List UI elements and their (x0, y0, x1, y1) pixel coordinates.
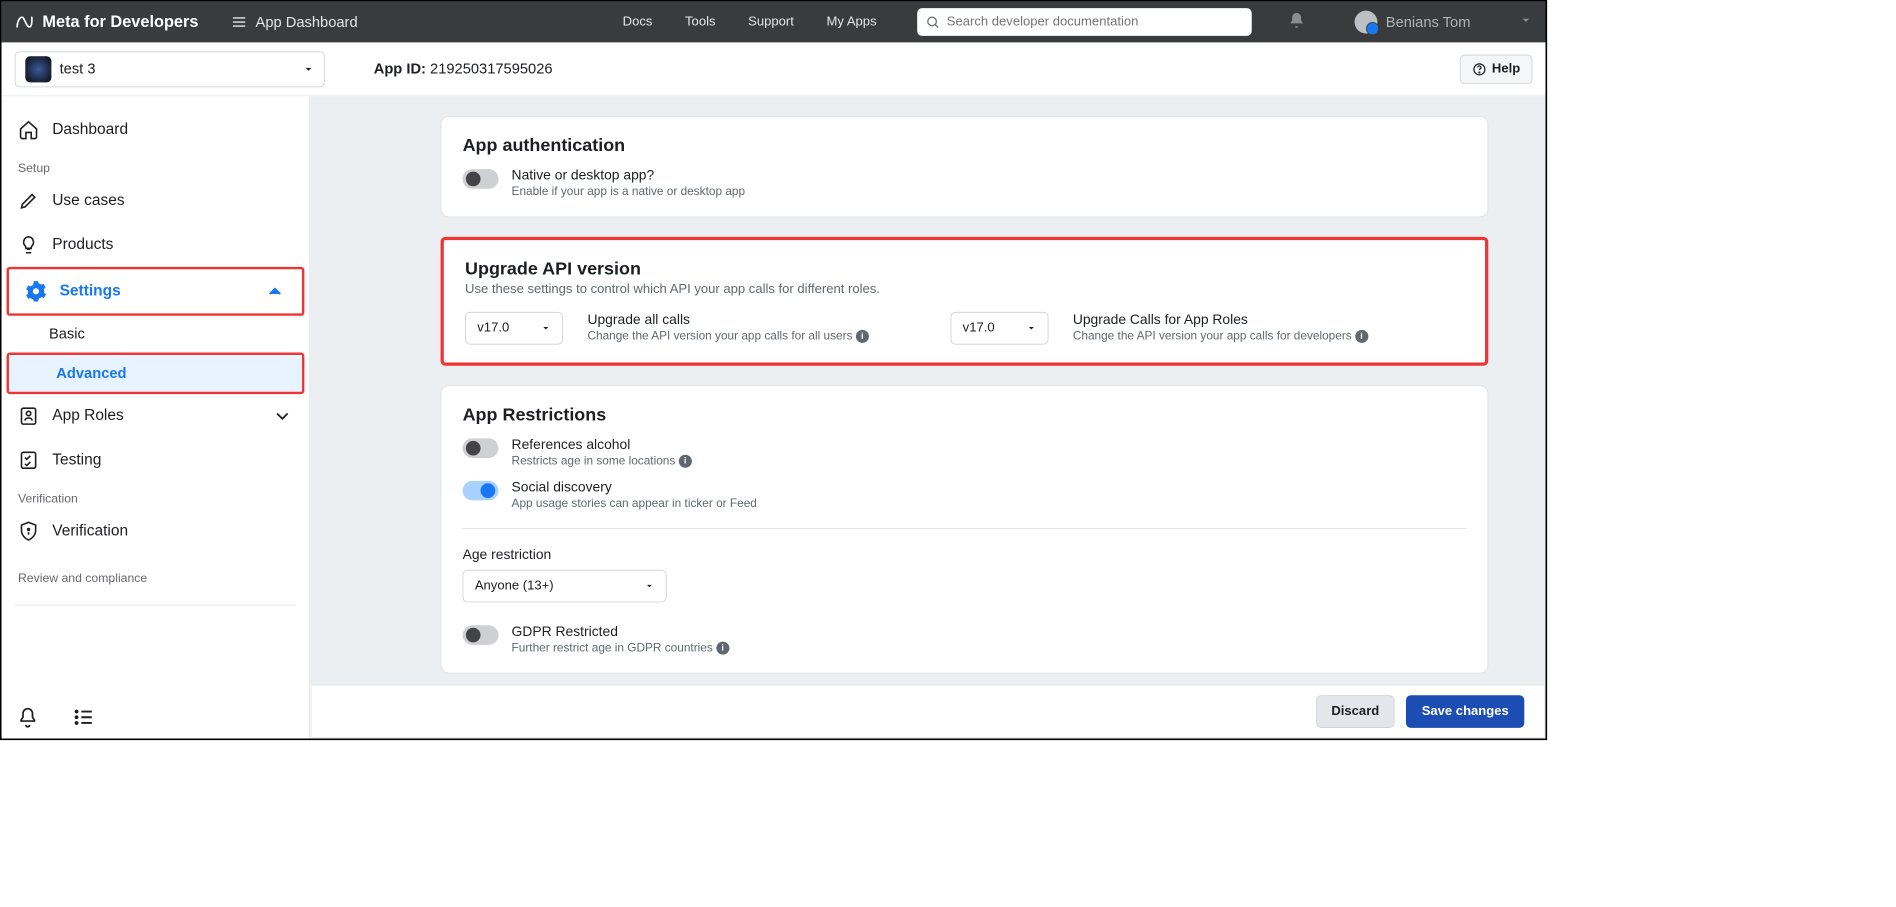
brand-text: Meta for Developers (42, 13, 198, 32)
app-bar: test 3 App ID: 219250317595026 Help (2, 42, 1546, 96)
gear-icon (25, 281, 46, 302)
caret-down-icon (541, 323, 551, 333)
bell-icon (1288, 11, 1306, 29)
brand[interactable]: Meta for Developers (15, 12, 199, 32)
main-content: App authentication Native or desktop app… (310, 96, 1545, 738)
toggle-native-app[interactable] (463, 169, 499, 189)
restrictions-title: App Restrictions (463, 404, 1467, 425)
upgrade-roles-label: Upgrade Calls for App Roles (1073, 312, 1368, 328)
checklist-icon (18, 450, 39, 471)
app-dashboard-menu[interactable]: App Dashboard (231, 13, 358, 30)
lightbulb-icon (18, 234, 39, 255)
sidebar-dashboard[interactable]: Dashboard (2, 108, 310, 152)
toggle-gdpr[interactable] (463, 625, 499, 645)
sidebar-review[interactable]: Review and compliance (2, 553, 310, 588)
sidebar-verification-label: Verification (2, 482, 310, 509)
sidebar-use-cases[interactable]: Use cases (2, 179, 310, 223)
chevron-up-icon (264, 281, 285, 302)
sidebar-app-roles[interactable]: App Roles (2, 394, 310, 438)
nav-links: Docs Tools Support My Apps (623, 15, 877, 30)
upgrade-desc: Use these settings to control which API … (465, 282, 1464, 297)
caret-down-icon (645, 581, 655, 591)
social-label: Social discovery (512, 479, 757, 495)
upgrade-roles-sub: Change the API version your app calls fo… (1073, 330, 1352, 343)
age-label: Age restriction (463, 547, 1467, 563)
app-icon (25, 56, 51, 82)
gdpr-label: GDPR Restricted (512, 624, 730, 640)
pencil-icon (18, 190, 39, 211)
discard-button[interactable]: Discard (1316, 695, 1395, 728)
sidebar-testing[interactable]: Testing (2, 438, 310, 482)
notifications-button[interactable] (1288, 11, 1306, 33)
user-menu-chevron[interactable] (1519, 13, 1532, 30)
gdpr-sub: Further restrict age in GDPR countries (512, 642, 713, 655)
card-upgrade-api: Upgrade API version Use these settings t… (441, 237, 1489, 366)
sidebar-settings-basic[interactable]: Basic (2, 316, 310, 353)
bell-outline-icon[interactable] (16, 706, 39, 729)
card-app-authentication: App authentication Native or desktop app… (441, 116, 1489, 217)
alcohol-sub: Restricts age in some locations (512, 455, 676, 468)
sidebar-settings[interactable]: Settings (9, 269, 302, 313)
nav-tools[interactable]: Tools (685, 15, 715, 30)
nav-support[interactable]: Support (748, 15, 794, 30)
social-sub: App usage stories can appear in ticker o… (512, 497, 757, 510)
native-sub: Enable if your app is a native or deskto… (512, 185, 746, 198)
sidebar-settings-advanced[interactable]: Advanced (9, 355, 302, 392)
shield-icon (18, 521, 39, 542)
avatar-icon (1355, 11, 1378, 34)
nav-docs[interactable]: Docs (623, 15, 653, 30)
save-button[interactable]: Save changes (1406, 695, 1524, 728)
alcohol-label: References alcohol (512, 437, 692, 453)
help-button[interactable]: Help (1460, 54, 1532, 83)
list-icon[interactable] (72, 706, 95, 729)
top-nav: Meta for Developers App Dashboard Docs T… (2, 2, 1546, 43)
upgrade-all-label: Upgrade all calls (588, 312, 869, 328)
search-icon (926, 15, 941, 30)
help-icon (1472, 62, 1487, 77)
select-upgrade-roles[interactable]: v17.0 (950, 312, 1048, 345)
app-id: App ID: 219250317595026 (374, 60, 553, 77)
help-label: Help (1492, 62, 1520, 77)
card-app-restrictions: App Restrictions References alcohol Rest… (441, 385, 1489, 673)
search-box[interactable] (917, 8, 1252, 36)
search-input[interactable] (947, 15, 1244, 30)
sidebar-products[interactable]: Products (2, 223, 310, 267)
app-id-value: 219250317595026 (430, 60, 553, 76)
app-name: test 3 (60, 60, 96, 77)
dashboard-label: App Dashboard (256, 13, 358, 30)
info-icon[interactable]: i (716, 642, 729, 655)
chevron-down-icon (1519, 13, 1532, 26)
user-menu[interactable]: Benians Tom (1355, 11, 1471, 34)
meta-logo-icon (15, 12, 35, 32)
info-icon[interactable]: i (679, 455, 692, 468)
caret-down-icon (303, 63, 314, 74)
nav-myapps[interactable]: My Apps (827, 15, 877, 30)
sidebar: Dashboard Setup Use cases Products Setti… (2, 96, 310, 738)
upgrade-all-sub: Change the API version your app calls fo… (588, 330, 853, 343)
toggle-alcohol[interactable] (463, 438, 499, 458)
roles-icon (18, 406, 39, 427)
footer-bar: Discard Save changes (312, 685, 1544, 737)
select-age-restriction[interactable]: Anyone (13+) (463, 570, 667, 603)
upgrade-title: Upgrade API version (465, 258, 1464, 279)
info-icon[interactable]: i (856, 330, 869, 343)
user-name: Benians Tom (1386, 13, 1471, 30)
sidebar-verification[interactable]: Verification (2, 509, 310, 553)
sidebar-setup-label: Setup (2, 152, 310, 179)
toggle-social-discovery[interactable] (463, 481, 499, 501)
chevron-down-icon (272, 406, 293, 427)
info-icon[interactable]: i (1355, 330, 1368, 343)
select-upgrade-all[interactable]: v17.0 (465, 312, 563, 345)
hamburger-icon (231, 14, 247, 30)
app-selector[interactable]: test 3 (15, 51, 325, 87)
home-icon (18, 119, 39, 140)
auth-title: App authentication (463, 135, 1467, 156)
caret-down-icon (1026, 323, 1036, 333)
app-id-label: App ID: (374, 60, 426, 76)
native-label: Native or desktop app? (512, 167, 746, 183)
bottom-icons (16, 706, 94, 729)
